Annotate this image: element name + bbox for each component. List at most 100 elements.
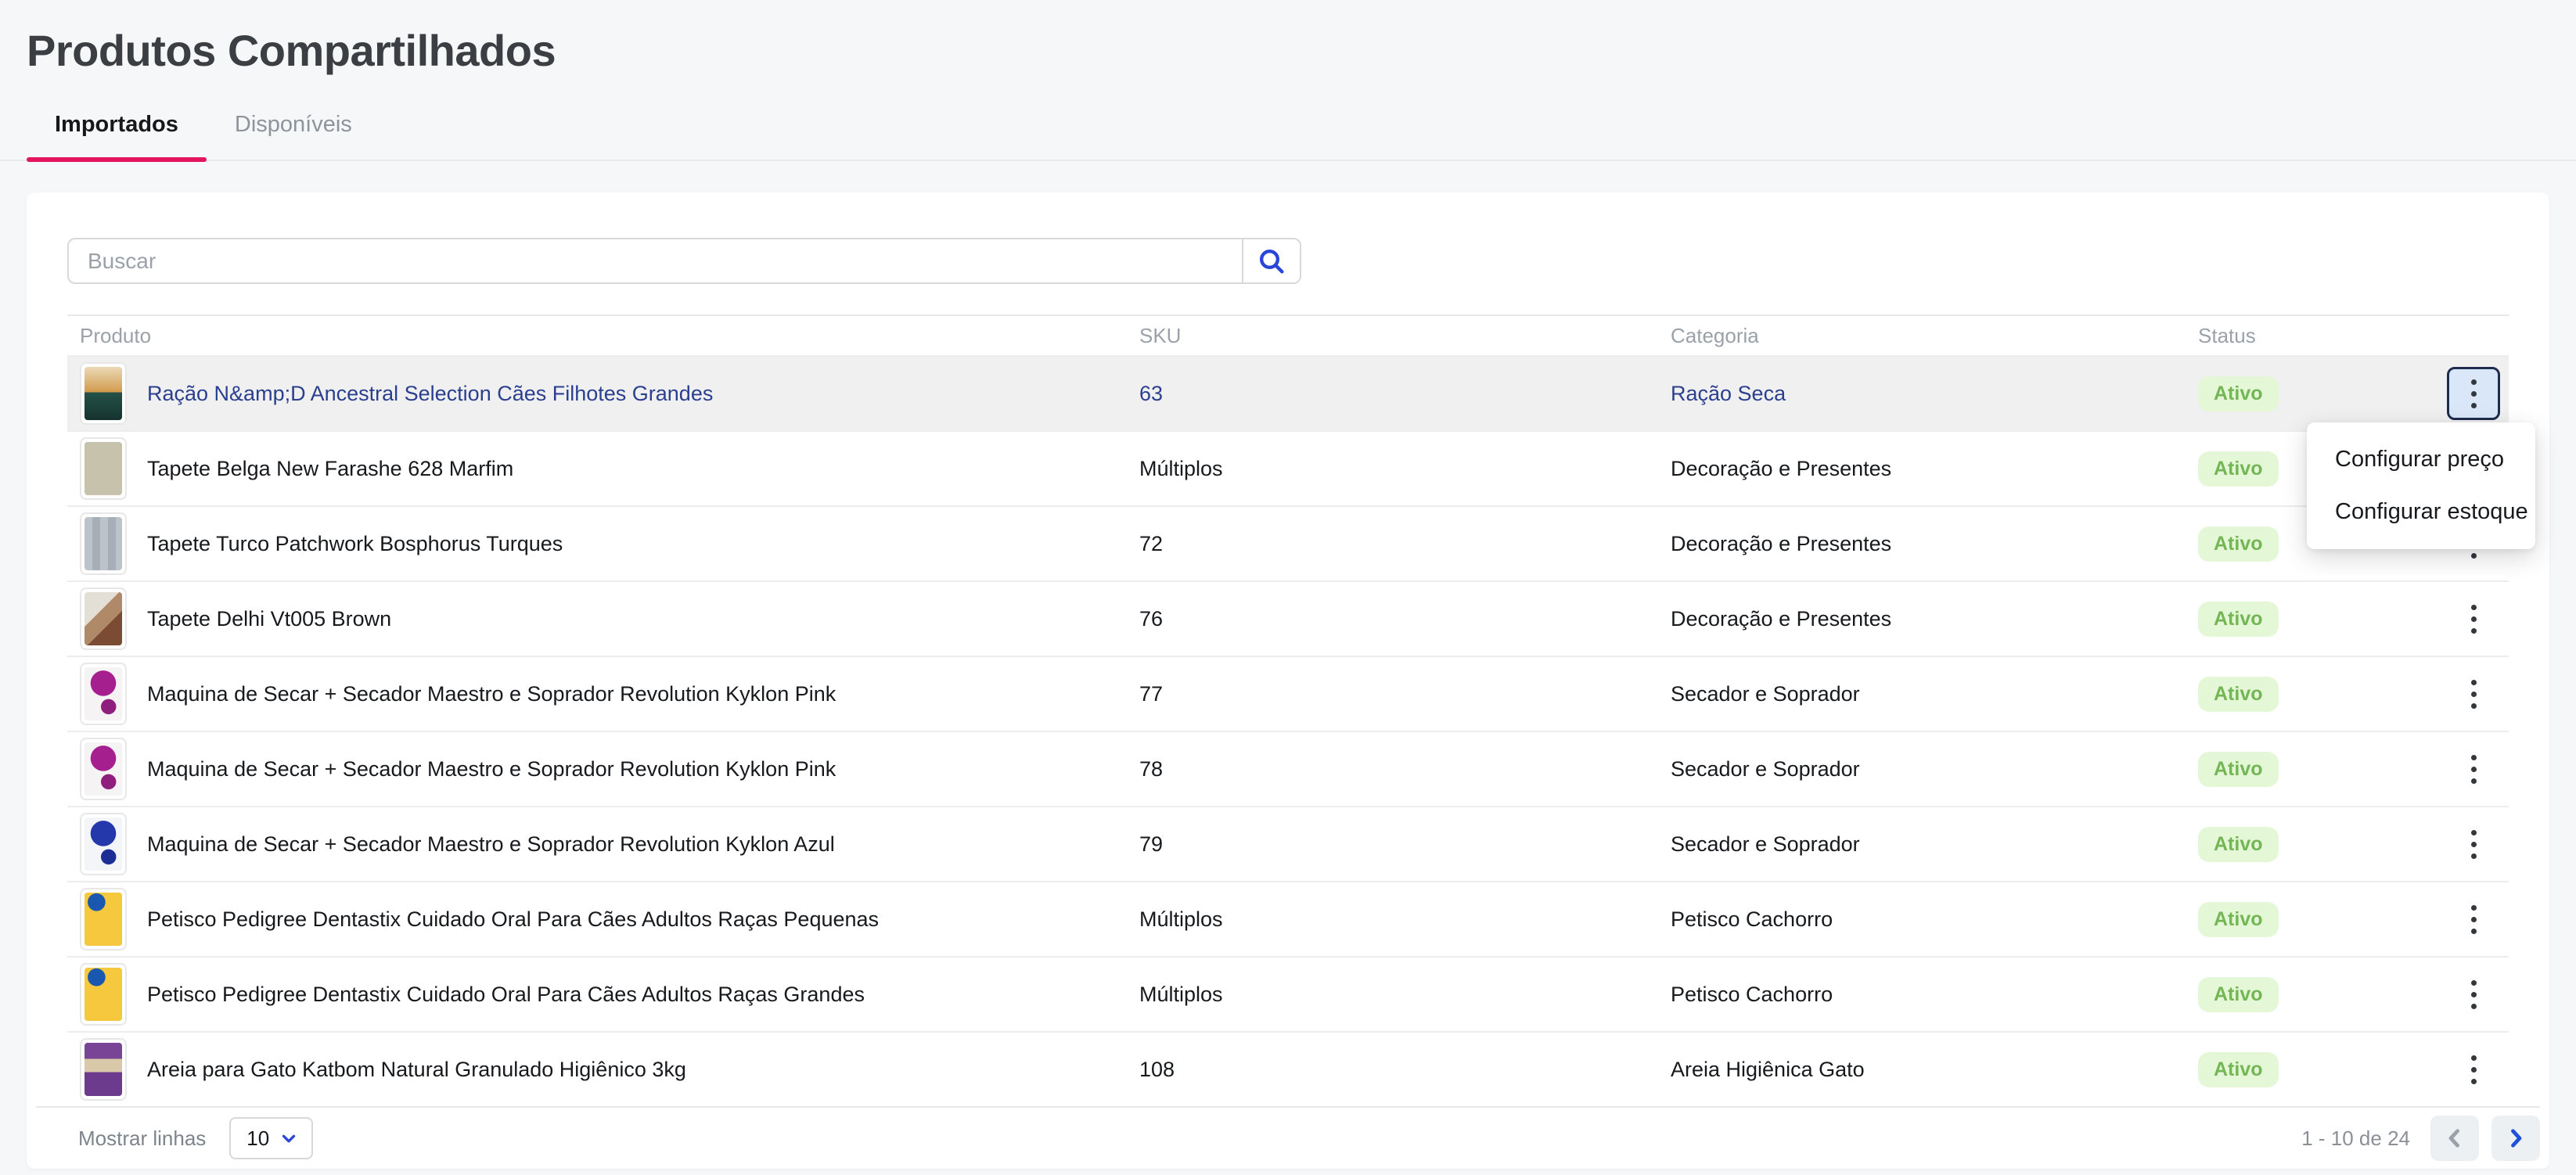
table-row: Maquina de Secar + Secador Maestro e Sop… (67, 731, 2509, 806)
search-button[interactable] (1242, 239, 1300, 282)
product-thumbnail-pet-food-bag-orange-teal (80, 362, 127, 425)
status-badge: Ativo (2198, 602, 2279, 637)
kebab-icon (2471, 379, 2477, 408)
category-cell: Petisco Cachorro (1658, 907, 2186, 932)
status-badge: Ativo (2198, 526, 2279, 562)
product-thumbnail-rug-beige (80, 437, 127, 500)
table-row: Maquina de Secar + Secador Maestro e Sop… (67, 806, 2509, 881)
sku-cell: 78 (1127, 757, 1658, 782)
menu-item-configurar-preco[interactable]: Configurar preço (2307, 433, 2535, 486)
product-thumbnail-dryer-machine-pink (80, 663, 127, 725)
table-row: Petisco Pedigree Dentastix Cuidado Oral … (67, 956, 2509, 1031)
status-cell: Ativo (2186, 827, 2426, 862)
previous-page-button[interactable] (2430, 1116, 2479, 1161)
table-footer: Mostrar linhas 10 1 - 10 de 24 (36, 1106, 2540, 1169)
search-icon (1256, 246, 1287, 277)
chevron-right-icon (2502, 1125, 2529, 1152)
kebab-icon (2471, 680, 2477, 709)
table-row: Maquina de Secar + Secador Maestro e Sop… (67, 656, 2509, 731)
product-cell: Tapete Delhi Vt005 Brown (67, 588, 1127, 650)
kebab-icon (2471, 980, 2477, 1009)
actions-cell (2426, 968, 2509, 1021)
product-name: Petisco Pedigree Dentastix Cuidado Oral … (147, 983, 865, 1007)
status-badge: Ativo (2198, 977, 2279, 1012)
status-badge: Ativo (2198, 827, 2279, 862)
page-title: Produtos Compartilhados (27, 25, 2576, 76)
rows-per-page-select[interactable]: 10 (229, 1117, 313, 1159)
row-actions-kebab-button[interactable] (2447, 1043, 2500, 1096)
product-thumbnail-dryer-machine-blue (80, 813, 127, 875)
sku-cell: 108 (1127, 1058, 1658, 1082)
status-badge: Ativo (2198, 677, 2279, 712)
status-badge: Ativo (2198, 902, 2279, 937)
product-thumbnail-dryer-machine-pink (80, 738, 127, 800)
table-row: Tapete Turco Patchwork Bosphorus Turques… (67, 505, 2509, 580)
products-table: Produto SKU Categoria Status Ração N&amp… (67, 314, 2509, 1169)
tab-disponiveis[interactable]: Disponíveis (207, 112, 380, 160)
product-thumbnail-dog-treat-yellow-pack (80, 888, 127, 950)
status-badge: Ativo (2198, 1052, 2279, 1087)
category-cell: Decoração e Presentes (1658, 607, 2186, 631)
actions-cell (2426, 893, 2509, 946)
status-cell: Ativo (2186, 752, 2426, 787)
tab-bar: ImportadosDisponíveis (0, 112, 2576, 161)
status-badge: Ativo (2198, 752, 2279, 787)
row-actions-kebab-button[interactable] (2447, 367, 2500, 420)
actions-cell (2426, 1043, 2509, 1096)
status-badge: Ativo (2198, 451, 2279, 487)
row-context-menu: Configurar preçoConfigurar estoque (2307, 422, 2535, 549)
product-cell: Maquina de Secar + Secador Maestro e Sop… (67, 813, 1127, 875)
search-input[interactable] (69, 239, 1242, 282)
product-cell: Petisco Pedigree Dentastix Cuidado Oral … (67, 888, 1127, 950)
sku-cell: 76 (1127, 607, 1658, 631)
sku-cell: Múltiplos (1127, 907, 1658, 932)
chevron-left-icon (2441, 1125, 2468, 1152)
row-actions-kebab-button[interactable] (2447, 667, 2500, 720)
product-name: Maquina de Secar + Secador Maestro e Sop… (147, 757, 836, 782)
kebab-icon (2471, 1055, 2477, 1084)
product-cell: Petisco Pedigree Dentastix Cuidado Oral … (67, 963, 1127, 1026)
actions-cell (2426, 592, 2509, 645)
actions-cell (2426, 817, 2509, 871)
product-name: Tapete Belga New Farashe 628 Marfim (147, 457, 513, 481)
menu-item-configurar-estoque[interactable]: Configurar estoque (2307, 486, 2535, 538)
rows-per-page-value: 10 (246, 1126, 269, 1151)
category-cell: Decoração e Presentes (1658, 457, 2186, 481)
row-actions-kebab-button[interactable] (2447, 893, 2500, 946)
tab-importados[interactable]: Importados (27, 112, 207, 160)
product-cell: Maquina de Secar + Secador Maestro e Sop… (67, 663, 1127, 725)
product-name: Ração N&amp;D Ancestral Selection Cães F… (147, 382, 713, 406)
category-cell: Secador e Soprador (1658, 757, 2186, 782)
column-header-sku: SKU (1127, 324, 1658, 348)
category-cell: Secador e Soprador (1658, 682, 2186, 706)
row-actions-kebab-button[interactable] (2447, 817, 2500, 871)
product-name: Tapete Delhi Vt005 Brown (147, 607, 391, 631)
product-cell: Tapete Turco Patchwork Bosphorus Turques (67, 512, 1127, 575)
row-actions-kebab-button[interactable] (2447, 968, 2500, 1021)
table-row: Ração N&amp;D Ancestral Selection Cães F… (67, 355, 2509, 430)
product-name: Areia para Gato Katbom Natural Granulado… (147, 1058, 686, 1082)
status-cell: Ativo (2186, 1052, 2426, 1087)
table-row: Tapete Delhi Vt005 Brown 76Decoração e Pr… (67, 580, 2509, 656)
pagination-range: 1 - 10 de 24 (2301, 1126, 2410, 1151)
row-actions-kebab-button[interactable] (2447, 742, 2500, 796)
table-row: Petisco Pedigree Dentastix Cuidado Oral … (67, 881, 2509, 956)
category-cell: Secador e Soprador (1658, 832, 2186, 857)
sku-cell: 79 (1127, 832, 1658, 857)
row-actions-kebab-button[interactable] (2447, 592, 2500, 645)
table-header: Produto SKU Categoria Status (67, 314, 2509, 355)
status-cell: Ativo (2186, 677, 2426, 712)
product-name: Petisco Pedigree Dentastix Cuidado Oral … (147, 907, 879, 932)
next-page-button[interactable] (2491, 1116, 2540, 1161)
product-thumbnail-dog-treat-yellow-pack (80, 963, 127, 1026)
kebab-icon (2471, 755, 2477, 784)
product-cell: Tapete Belga New Farashe 628 Marfim (67, 437, 1127, 500)
sku-cell: Múltiplos (1127, 983, 1658, 1007)
product-cell: Ração N&amp;D Ancestral Selection Cães F… (67, 362, 1127, 425)
products-card: Produto SKU Categoria Status Ração N&amp… (27, 192, 2549, 1169)
status-cell: Ativo (2186, 602, 2426, 637)
actions-cell (2426, 367, 2509, 420)
column-header-categoria: Categoria (1658, 324, 2186, 348)
rows-per-page-label: Mostrar linhas (78, 1126, 206, 1151)
sku-cell: Múltiplos (1127, 457, 1658, 481)
